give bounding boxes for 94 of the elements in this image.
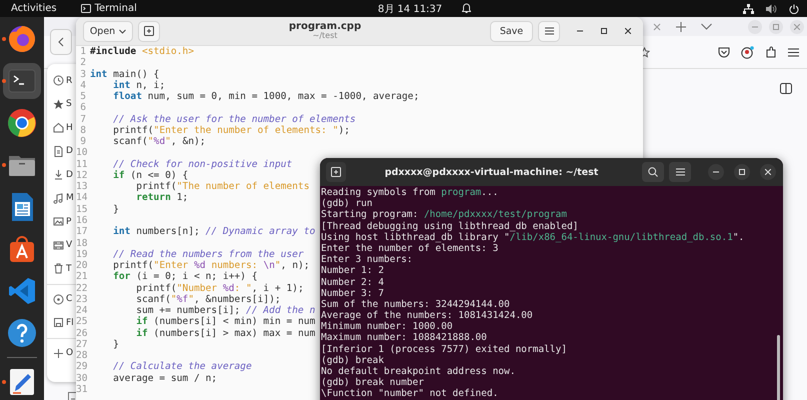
terminal-line: (gdb) break number — [321, 377, 425, 388]
line-number: 15 — [76, 204, 86, 215]
code-line: // Read the numbers from the user — [112, 248, 304, 260]
sidebar-item[interactable]: O — [66, 348, 74, 358]
line-number: 10 — [76, 147, 86, 159]
code-line: printf("Enter the number of elements: "); — [112, 124, 350, 136]
line-number: 8 — [79, 124, 86, 136]
line-number: 9 — [79, 136, 86, 148]
code-line: float num, sum = 0, min = 1000, max = -1000, average; — [112, 91, 420, 102]
terminal-line: Average of the numbers: 1081431424.00 — [321, 310, 534, 322]
line-number: 11 — [76, 158, 86, 170]
sidebar-item[interactable]: D — [66, 170, 73, 180]
line-number: 3 — [79, 68, 86, 80]
terminal-line: Number 3: 7 — [321, 288, 385, 299]
terminal-line: No default breakpoint address now. — [321, 366, 516, 378]
line-number: 18 — [76, 238, 86, 249]
sidebar-item[interactable]: Fl — [66, 318, 74, 328]
code-line: for (i = 0; i < n; i++) { — [112, 271, 258, 283]
line-number: 16 — [76, 214, 86, 226]
open-button[interactable]: Open — [83, 20, 133, 42]
terminal-line: Enter 3 numbers: — [321, 254, 414, 266]
code-line: if (numbers[i] > max) max = num — [135, 328, 316, 339]
terminal-line: Starting program: /home/pdxxxx/test/program — [321, 209, 568, 221]
terminal-line: Enter the number of elements: 3 — [321, 242, 500, 254]
code-line: scanf("%d", &n); — [112, 136, 206, 148]
sidebar-item[interactable]: V — [66, 240, 72, 250]
line-number: 19 — [76, 248, 86, 260]
sidebar-item[interactable]: M — [66, 193, 74, 204]
line-number: 31 — [76, 384, 86, 396]
sidebar-item[interactable]: R — [66, 76, 72, 86]
terminal-line: (gdb) run — [321, 198, 374, 210]
code-line: average = sum / n; — [112, 372, 218, 384]
terminal-line: [Inferior 1 (process 7577) exited normally] — [321, 344, 568, 355]
line-number: 2 — [79, 57, 86, 69]
app-menu-label[interactable]: Terminal — [94, 3, 137, 14]
line-number: 13 — [76, 181, 86, 192]
line-number: 23 — [76, 294, 86, 306]
line-number: 29 — [76, 361, 86, 373]
line-number: 5 — [79, 91, 86, 102]
code-line: scanf("%f", &numbers[i]); — [135, 294, 281, 306]
sidebar-item[interactable]: D — [66, 146, 73, 156]
line-number: 26 — [76, 328, 86, 339]
terminal-line: Sum of the numbers: 3244294144.00 — [321, 298, 511, 310]
terminal-line: (gdb) break — [321, 354, 385, 366]
terminal-line: \Function "number" not defined. — [321, 388, 500, 400]
code-line: } — [112, 338, 119, 350]
line-number: 25 — [76, 316, 86, 328]
code-line: return 1; — [135, 192, 188, 204]
code-line: #include <stdio.h> — [90, 46, 194, 58]
save-button[interactable]: Save — [490, 20, 533, 42]
code-line: int main() { — [90, 68, 160, 80]
code-line: sum += numbers[i]; // Add the n — [135, 305, 316, 316]
line-number: 17 — [76, 226, 86, 238]
line-number: 6 — [79, 102, 86, 114]
code-line: printf("Number %d: ", i + 1); — [135, 282, 304, 294]
terminal-line: Maximum number: 1088421888.00 — [321, 332, 488, 344]
code-line: if (numbers[i] < min) min = num — [135, 316, 316, 328]
terminal-line: Minimum number: 1000.00 — [321, 321, 454, 332]
window-title: program.cpp — [288, 21, 362, 32]
sidebar-item[interactable]: S — [66, 99, 72, 110]
sidebar-item[interactable]: C — [66, 294, 72, 304]
line-number: 24 — [76, 305, 86, 316]
window-title: pdxxxx@pdxxxx-virtual-machine: ~/test — [384, 166, 600, 178]
activities-button[interactable]: Activities — [11, 3, 57, 14]
code-line: int numbers[n]; // Dynamic array to — [112, 226, 316, 238]
sidebar-item[interactable]: P — [66, 216, 72, 227]
line-number: 1 — [79, 46, 86, 58]
terminal-line: Number 1: 2 — [321, 265, 385, 276]
line-number: 27 — [76, 338, 86, 350]
line-number: 22 — [76, 282, 86, 294]
terminal-line: [Thread debugging using libthread_db enabled] — [321, 220, 580, 232]
code-line: // Ask the user for the number of elements — [112, 114, 356, 125]
line-number: 7 — [79, 114, 86, 125]
code-line: if (n <= 0) { — [112, 170, 188, 182]
line-number: 14 — [76, 192, 86, 204]
sidebar-item[interactable]: T — [66, 264, 72, 274]
terminal-line: Using host libthread_db library "/lib/x86_64-linux-gnu/libthread_db.so.1". — [321, 232, 746, 243]
code-line: printf("Enter %d numbers: \n", n); — [112, 260, 310, 272]
line-number: 28 — [76, 350, 86, 362]
window-subtitle: ~/test — [312, 32, 338, 41]
line-number: 12 — [76, 170, 86, 182]
code-line: int n, i; — [112, 80, 166, 92]
code-line: // Check for non-positive input — [112, 158, 292, 170]
line-number: 30 — [76, 372, 86, 384]
terminal-line: Number 2: 4 — [321, 276, 385, 288]
line-number: 4 — [79, 80, 86, 92]
code-line: } — [112, 204, 119, 215]
line-number: 21 — [76, 271, 86, 283]
terminal-line: Reading symbols from program... — [321, 187, 500, 198]
code-line: // Calculate the average — [112, 361, 252, 373]
line-number: 20 — [76, 260, 86, 272]
code-line: printf("The number of elements — [135, 181, 310, 192]
clock[interactable]: 8月 14 11:37 — [378, 2, 442, 16]
sidebar-item[interactable]: H — [66, 122, 73, 133]
